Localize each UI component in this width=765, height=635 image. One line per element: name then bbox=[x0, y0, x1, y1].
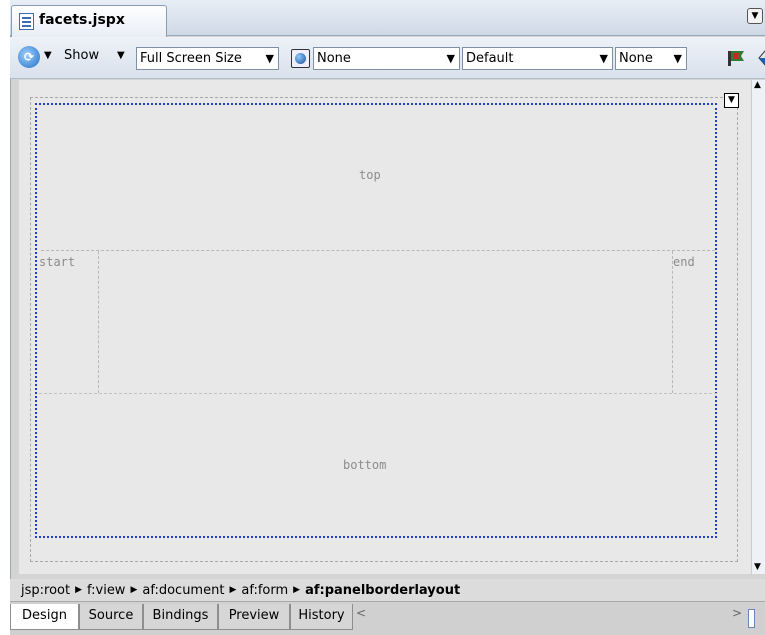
chevron-down-icon: ▼ bbox=[446, 52, 455, 65]
breadcrumb-separator-icon: ▶ bbox=[293, 585, 301, 595]
locale-value: None bbox=[317, 51, 351, 66]
breadcrumb-separator-icon: ▶ bbox=[229, 585, 237, 595]
breadcrumb-item[interactable]: jsp:root bbox=[21, 580, 70, 602]
screen-size-value: Full Screen Size bbox=[140, 51, 242, 66]
tab-design[interactable]: Design bbox=[10, 604, 79, 630]
screen-size-select[interactable]: Full Screen Size ▼ bbox=[136, 47, 279, 70]
file-tab-label: facets.jspx bbox=[39, 12, 125, 28]
jspx-file-icon bbox=[19, 13, 34, 30]
facet-top-divider bbox=[41, 250, 715, 251]
show-menu-button[interactable]: Show bbox=[64, 48, 99, 63]
refresh-dropdown-arrow-icon[interactable]: ▼ bbox=[44, 50, 52, 61]
scroll-left-icon[interactable]: < bbox=[356, 606, 366, 620]
facet-top-label: top bbox=[359, 168, 381, 182]
facet-start[interactable]: start bbox=[39, 251, 99, 393]
file-tab[interactable]: facets.jspx bbox=[11, 5, 167, 37]
design-toolbar: ⟳ ▼ Show ▼ Full Screen Size ▼ None ▼ Def… bbox=[10, 37, 765, 79]
show-dropdown-arrow-icon[interactable]: ▼ bbox=[117, 50, 125, 61]
breadcrumb-item[interactable]: af:form bbox=[241, 580, 288, 602]
browser-select[interactable]: None ▼ bbox=[615, 47, 687, 70]
locale-globe-icon[interactable] bbox=[291, 49, 310, 68]
editor-view-tabs: Design Source Bindings Preview History <… bbox=[10, 601, 765, 635]
scroll-up-icon[interactable]: ▲ bbox=[754, 80, 761, 90]
facet-end-label: end bbox=[673, 255, 695, 269]
tab-preview[interactable]: Preview bbox=[218, 604, 290, 630]
panel-border-layout[interactable]: top start end bottom bbox=[35, 103, 717, 538]
chevron-down-icon: ▼ bbox=[599, 52, 608, 65]
breadcrumb-separator-icon: ▶ bbox=[75, 585, 83, 595]
breadcrumb-current-item[interactable]: af:panelborderlayout bbox=[305, 580, 460, 602]
facet-end[interactable]: end bbox=[672, 251, 716, 393]
tab-history[interactable]: History bbox=[290, 604, 353, 630]
locale-select[interactable]: None ▼ bbox=[313, 47, 460, 70]
skin-select[interactable]: Default ▼ bbox=[462, 47, 613, 70]
editor-tab-strip: facets.jspx ▼ bbox=[10, 0, 765, 37]
chevron-down-icon: ▼ bbox=[673, 52, 682, 65]
component-menu-dropdown-icon[interactable]: ▼ bbox=[724, 93, 739, 108]
tab-source[interactable]: Source bbox=[79, 604, 143, 630]
skin-value: Default bbox=[466, 51, 514, 66]
scroll-right-icon[interactable]: > bbox=[732, 606, 742, 620]
breadcrumb-item[interactable]: f:view bbox=[87, 580, 125, 602]
breadcrumb: jsp:root ▶ f:view ▶ af:document ▶ af:form ▶ af:p… bbox=[10, 579, 765, 601]
breadcrumb-separator-icon: ▶ bbox=[130, 585, 138, 595]
tab-list-dropdown-icon[interactable]: ▼ bbox=[747, 8, 763, 24]
refresh-icon[interactable]: ⟳ bbox=[18, 46, 40, 68]
facet-bottom-divider bbox=[39, 393, 717, 394]
tab-bindings[interactable]: Bindings bbox=[143, 604, 218, 630]
browser-value: None bbox=[619, 51, 653, 66]
horizontal-scroll-thumb[interactable] bbox=[748, 609, 755, 628]
facet-bottom-label: bottom bbox=[343, 458, 387, 472]
scroll-down-icon[interactable]: ▼ bbox=[754, 562, 761, 572]
paint-bucket-icon[interactable] bbox=[756, 48, 765, 68]
facet-start-label: start bbox=[39, 255, 76, 269]
chevron-down-icon: ▼ bbox=[265, 52, 274, 65]
breadcrumb-item[interactable]: af:document bbox=[142, 580, 224, 602]
design-canvas[interactable]: ▼ top start end bottom bbox=[19, 80, 751, 574]
vertical-scrollbar[interactable]: ▲ ▼ bbox=[751, 80, 765, 574]
accessibility-flag-icon[interactable] bbox=[726, 48, 748, 68]
